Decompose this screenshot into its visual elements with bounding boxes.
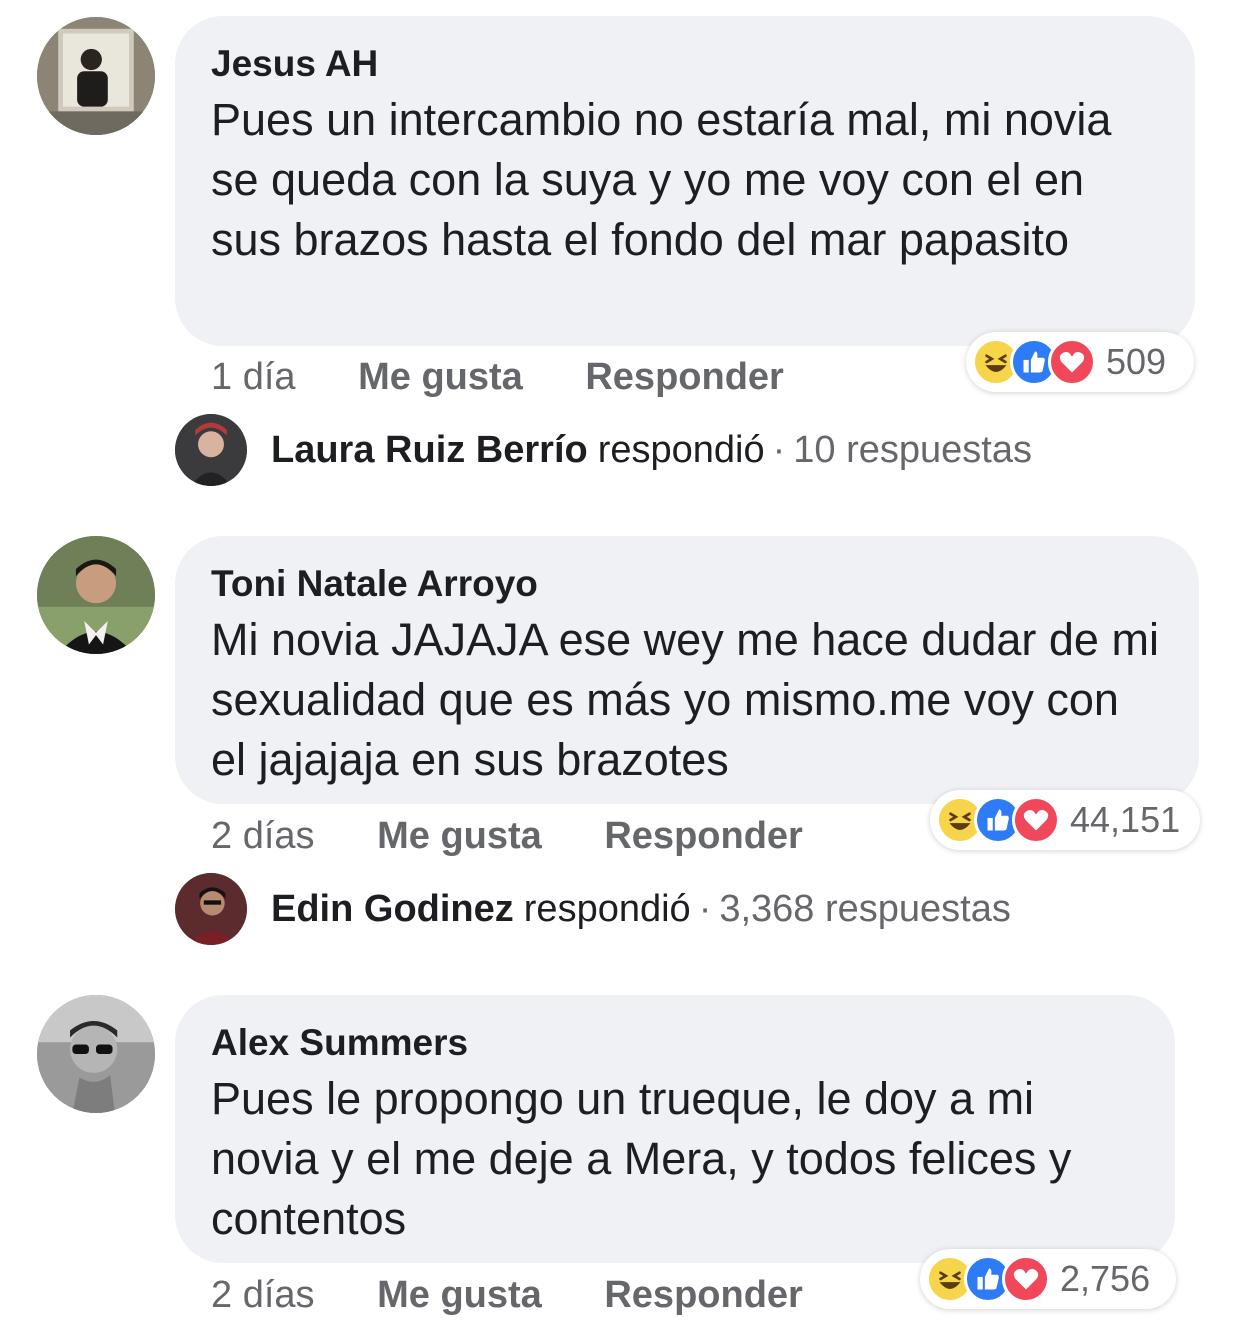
comment-text: Pues le propongo un trueque, le doy a mi… — [211, 1073, 1072, 1244]
love-icon — [1002, 1255, 1050, 1303]
love-icon — [1012, 796, 1060, 844]
comment-bubble[interactable]: Jesus AH Pues un intercambio no estaría … — [175, 16, 1195, 346]
reply-avatar — [175, 414, 247, 486]
comment-actions: 2 días Me gusta Responder — [211, 1272, 855, 1318]
reply-verb: respondió — [523, 887, 691, 930]
comment-author[interactable]: Jesus AH — [211, 42, 1159, 86]
avatar-photo — [37, 17, 155, 135]
reply-count[interactable]: 10 respuestas — [793, 429, 1032, 472]
avatar-photo — [37, 995, 155, 1113]
reply-verb: respondió — [597, 428, 765, 471]
like-button[interactable]: Me gusta — [377, 815, 542, 857]
comment-actions: 1 día Me gusta Responder — [211, 354, 836, 400]
view-replies-link[interactable]: Edin Godinez respondió · 3,368 respuesta… — [175, 873, 1011, 945]
reactions-summary[interactable]: 44,151 — [930, 790, 1200, 850]
avatar-photo — [37, 536, 155, 654]
comment-time[interactable]: 1 día — [211, 356, 296, 398]
reaction-count: 509 — [1106, 341, 1167, 382]
reaction-count: 2,756 — [1060, 1258, 1151, 1299]
comment-author[interactable]: Alex Summers — [211, 1021, 1139, 1065]
comment-author[interactable]: Toni Natale Arroyo — [211, 562, 1163, 606]
reply-avatar — [175, 873, 247, 945]
separator-dot: · — [772, 428, 786, 471]
comment-text: Pues un intercambio no estaría mal, mi n… — [211, 94, 1112, 265]
comment-time[interactable]: 2 días — [211, 1274, 315, 1316]
comment-text: Mi novia JAJAJA ese wey me hace dudar de… — [211, 614, 1159, 785]
reply-author[interactable]: Laura Ruiz Berrío — [271, 429, 588, 472]
like-button[interactable]: Me gusta — [358, 356, 523, 398]
comment-bubble[interactable]: Toni Natale Arroyo Mi novia JAJAJA ese w… — [175, 536, 1199, 804]
reply-author[interactable]: Edin Godinez — [271, 888, 514, 931]
reactions-summary[interactable]: 2,756 — [920, 1249, 1176, 1309]
love-icon — [1048, 338, 1096, 386]
view-replies-link[interactable]: Laura Ruiz Berrío respondió · 10 respues… — [175, 414, 1032, 486]
comment-actions: 2 días Me gusta Responder — [211, 813, 855, 859]
reactions-summary[interactable]: 509 — [966, 332, 1194, 392]
avatar[interactable] — [37, 536, 155, 654]
reaction-count: 44,151 — [1070, 799, 1181, 840]
reply-count[interactable]: 3,368 respuestas — [719, 888, 1011, 931]
like-button[interactable]: Me gusta — [377, 1274, 542, 1316]
reply-button[interactable]: Responder — [604, 1274, 802, 1316]
reply-button[interactable]: Responder — [585, 356, 783, 398]
avatar[interactable] — [37, 995, 155, 1113]
reply-button[interactable]: Responder — [604, 815, 802, 857]
comment-time[interactable]: 2 días — [211, 815, 315, 857]
avatar[interactable] — [37, 17, 155, 135]
separator-dot: · — [698, 887, 712, 930]
comment-bubble[interactable]: Alex Summers Pues le propongo un trueque… — [175, 995, 1175, 1263]
